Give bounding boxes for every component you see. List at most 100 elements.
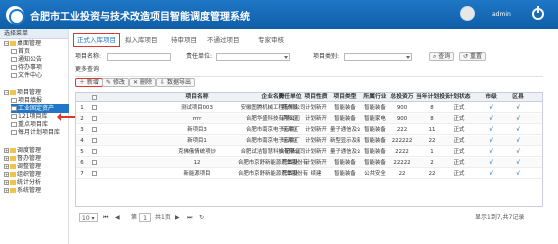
table-cell: 22 bbox=[398, 171, 406, 177]
table-row[interactable]: 4 新项目1 合肥市南京电子元件厂 瑶海区 计划新开 新型显示及新 智能装备 222222 22… bbox=[76, 136, 542, 146]
sidebar-item[interactable]: + 系统管理 bbox=[4, 186, 41, 195]
delete-button[interactable]: ✕ 删除 bbox=[129, 78, 156, 87]
row-number: 7 bbox=[80, 171, 84, 177]
table-cell: 新项目1 bbox=[187, 138, 207, 144]
next-page-icon[interactable]: ▶ bbox=[175, 213, 180, 222]
table-cell: 900 bbox=[396, 116, 408, 122]
username[interactable]: admin bbox=[492, 11, 511, 18]
table-cell: √ bbox=[516, 127, 520, 133]
row-checkbox[interactable] bbox=[92, 171, 97, 176]
export-button[interactable]: ⇩ 数据导出 bbox=[156, 78, 195, 87]
table-row[interactable]: 5克佛俄情统项炒合肥试洁智慧科技有限公司合肥新区计划新开量子通信及公共智能装备2… bbox=[76, 147, 542, 157]
table-cell: 正式 bbox=[453, 138, 465, 144]
table-header: 项目名称 企业名称 责任单位 项目性质 项目类型 所属行业 总投资万 当年计划投资 计划状态 市级… bbox=[76, 93, 542, 102]
expand-icon[interactable]: + bbox=[4, 156, 9, 161]
expand-icon[interactable]: + bbox=[4, 172, 9, 177]
sidebar-item-label: 调整管理 bbox=[17, 163, 42, 170]
table-cell: 900 bbox=[396, 105, 408, 111]
row-checkbox[interactable] bbox=[92, 149, 97, 154]
sidebar-item[interactable]: 每月计划项目库 bbox=[11, 128, 60, 137]
sidebar-item-label: 文件中心 bbox=[18, 72, 43, 79]
column-header: 项目名称 bbox=[185, 94, 209, 100]
sidebar-item-label: 首页 bbox=[18, 48, 31, 55]
select-all-checkbox[interactable] bbox=[92, 95, 97, 100]
table-cell: 正式 bbox=[453, 105, 465, 111]
tab-formal[interactable]: 正式入库项目 bbox=[73, 33, 120, 47]
table-row[interactable]: 7 新能源项目 合肥市京舒新能源汽车股份有限 肥西县 续建 智能装备 公共安全 22 22 正式 √… bbox=[76, 169, 542, 179]
more-query[interactable]: 更多查询 bbox=[75, 66, 99, 74]
type-label: 项目类别: bbox=[313, 53, 340, 60]
tab-rejected[interactable]: 不通过项目 bbox=[207, 33, 240, 47]
collapse-icon[interactable]: − bbox=[4, 90, 9, 95]
folder-icon bbox=[10, 188, 16, 193]
expand-icon[interactable]: + bbox=[4, 148, 9, 153]
first-page-icon[interactable]: ⏮ bbox=[103, 213, 108, 222]
table-cell: 新项目3 bbox=[187, 127, 207, 133]
reset-button[interactable]: ↺ 重置 bbox=[459, 52, 486, 61]
record-summary: 显示1到7,共7记录 bbox=[475, 214, 525, 221]
sidebar-item[interactable]: 文件中心 bbox=[11, 71, 42, 80]
table-cell: 222 bbox=[396, 127, 408, 133]
sidebar-item-label: 项目管理 bbox=[17, 89, 42, 96]
table-row[interactable]: 1 测试项目003 安徽图腾机械工程有限公司 肥东县 计划新开 智能装备 智能装备 900 8 正… bbox=[76, 103, 542, 113]
unit-select[interactable] bbox=[216, 53, 290, 61]
page-size-select[interactable]: 10 ▾ bbox=[79, 213, 98, 222]
folder-icon bbox=[10, 164, 16, 169]
row-checkbox[interactable] bbox=[92, 116, 97, 121]
table-cell: 智能装备 bbox=[334, 160, 356, 166]
file-icon bbox=[11, 114, 17, 119]
query-button[interactable]: ⌕ 查询 bbox=[429, 52, 455, 61]
table-cell: 正式 bbox=[453, 171, 465, 177]
table-cell: √ bbox=[489, 105, 493, 111]
sidebar-item-label: 系统管理 bbox=[17, 187, 42, 194]
row-checkbox[interactable] bbox=[92, 105, 97, 110]
table-cell: 计划新开 bbox=[305, 138, 327, 144]
folder-icon bbox=[10, 172, 16, 177]
pointer-arrow bbox=[57, 113, 76, 121]
table-cell: √ bbox=[516, 171, 520, 177]
file-icon bbox=[11, 130, 17, 135]
expand-icon[interactable]: + bbox=[4, 180, 9, 185]
table-cell: 22222 bbox=[393, 160, 411, 166]
last-page-icon[interactable]: ⏭ bbox=[187, 213, 192, 222]
type-select[interactable] bbox=[344, 53, 412, 61]
file-icon bbox=[11, 73, 17, 78]
table-row[interactable]: 3新项目3合肥市南京电子元件厂瑶海区计划新开量子通信及公共智能装备22211正式… bbox=[76, 125, 542, 135]
row-checkbox[interactable] bbox=[92, 160, 97, 165]
page-input[interactable]: 1 bbox=[139, 213, 151, 222]
tab-pending-entry[interactable]: 拟入库项目 bbox=[125, 33, 158, 47]
table-cell: 正式 bbox=[453, 160, 465, 166]
expand-icon[interactable]: + bbox=[4, 188, 9, 193]
row-number: 4 bbox=[80, 138, 84, 144]
table-cell: 222222 bbox=[391, 138, 413, 144]
table-cell: 续建 bbox=[310, 171, 322, 177]
project-name-input[interactable] bbox=[107, 53, 171, 61]
total-pages: 共1页 bbox=[155, 214, 171, 221]
row-checkbox[interactable] bbox=[92, 138, 97, 143]
sidebar-item-label: 桌面管理 bbox=[17, 40, 42, 47]
user-avatar[interactable] bbox=[460, 6, 475, 21]
add-button[interactable]: ＋ 新增 bbox=[75, 78, 103, 87]
table-row[interactable]: 2 rrrr 合肥华盛科技有限公司 庐阳区 计划新开 智能装备 智能家电 900 8 正式 √ √ bbox=[76, 114, 542, 124]
column-header: 责任单位 bbox=[278, 94, 302, 100]
table-cell: 计划新开 bbox=[305, 116, 327, 122]
column-header: 计划状态 bbox=[447, 94, 471, 100]
row-checkbox[interactable] bbox=[92, 127, 97, 132]
top-header: 合肥市工业投资与技术改造项目智能调度管理系统 admin bbox=[0, 0, 558, 29]
power-icon[interactable] bbox=[532, 6, 544, 20]
sidebar-item-label: 组织管理 bbox=[17, 171, 42, 178]
tab-pending-review[interactable]: 待审项目 bbox=[171, 33, 197, 47]
prev-page-icon[interactable]: ◀ bbox=[115, 213, 120, 222]
tab-expert-review[interactable]: 专家审核 bbox=[258, 33, 284, 47]
refresh-icon[interactable]: ↻ bbox=[199, 213, 204, 222]
divider bbox=[75, 76, 543, 77]
unit-label: 责任单位: bbox=[186, 53, 213, 60]
column-header: 项目性质 bbox=[304, 94, 328, 100]
edit-button[interactable]: ✎ 修改 bbox=[102, 78, 129, 87]
table-row[interactable]: 6 12 合肥市京舒新能源汽车股份有限 肥西县 计划新开 智能装备 智能装备 22222 2 正式… bbox=[76, 158, 542, 168]
collapse-icon[interactable]: − bbox=[4, 41, 9, 46]
sidebar-item-label: 每月计划项目库 bbox=[18, 129, 61, 136]
table-cell: 克佛俄情统项炒 bbox=[178, 149, 216, 155]
table-cell: 2222 bbox=[395, 149, 409, 155]
expand-icon[interactable]: + bbox=[4, 164, 9, 169]
